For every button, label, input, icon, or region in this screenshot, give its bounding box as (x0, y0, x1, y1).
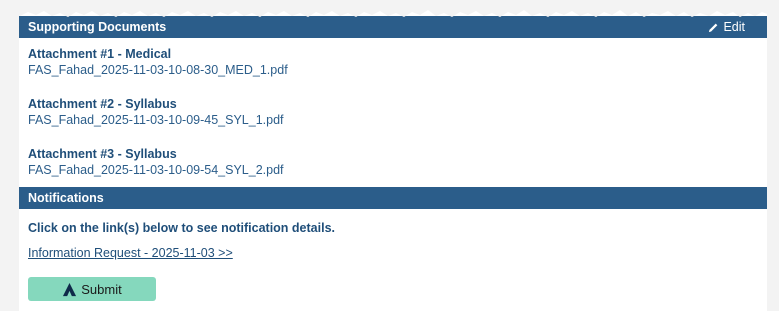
notifications-title: Notifications (28, 191, 104, 205)
submit-label: Submit (81, 281, 122, 297)
notifications-intro: Click on the link(s) below to see notifi… (28, 221, 335, 235)
information-request-link[interactable]: Information Request - 2025-11-03 >> (28, 245, 233, 261)
attachment-title: Attachment #3 - Syllabus (28, 147, 177, 161)
submit-button[interactable]: Submit (28, 277, 156, 301)
main-panel: Supporting Documents Edit Attachment #1 … (19, 0, 767, 311)
submit-logo-icon (63, 282, 77, 296)
notifications-body: Click on the link(s) below to see notifi… (19, 209, 767, 301)
attachments-list: Attachment #1 - Medical FAS_Fahad_2025-1… (19, 38, 767, 178)
attachment-filename: FAS_Fahad_2025-11-03-10-08-30_MED_1.pdf (28, 63, 288, 77)
attachment-item: Attachment #2 - Syllabus FAS_Fahad_2025-… (28, 96, 758, 128)
attachment-title: Attachment #2 - Syllabus (28, 97, 177, 111)
attachment-item: Attachment #1 - Medical FAS_Fahad_2025-1… (28, 46, 758, 78)
attachment-filename: FAS_Fahad_2025-11-03-10-09-54_SYL_2.pdf (28, 163, 284, 177)
notifications-header: Notifications (19, 187, 767, 209)
torn-paper-edge (0, 0, 779, 17)
attachment-filename: FAS_Fahad_2025-11-03-10-09-45_SYL_1.pdf (28, 113, 284, 127)
attachment-title: Attachment #1 - Medical (28, 47, 172, 61)
attachment-item: Attachment #3 - Syllabus FAS_Fahad_2025-… (28, 146, 758, 178)
